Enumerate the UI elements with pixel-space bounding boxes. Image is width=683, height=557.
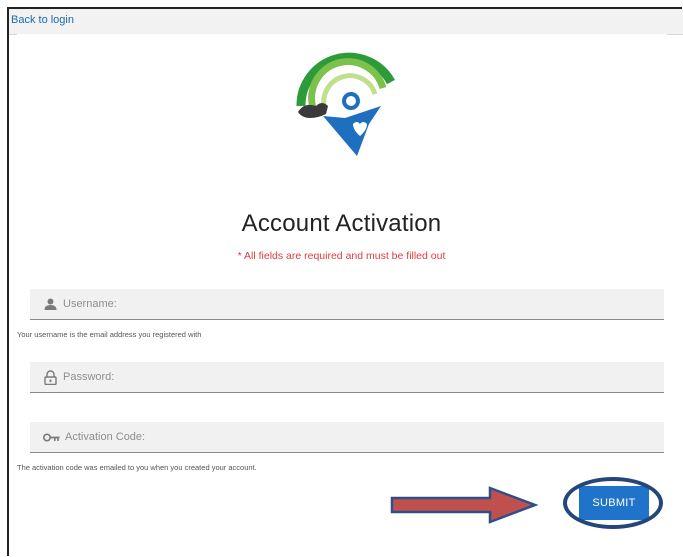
username-hint: Your username is the email address you r… (17, 330, 202, 339)
top-bar: Back to login (9, 9, 683, 35)
app-logo (296, 52, 395, 156)
page-title: Account Activation (241, 210, 442, 237)
password-input[interactable] (30, 362, 664, 392)
submit-button[interactable]: SUBMIT (579, 486, 649, 520)
username-input[interactable] (30, 289, 664, 319)
back-to-login-link[interactable]: Back to login (11, 14, 74, 26)
required-note: * All fields are required and must be fi… (237, 250, 446, 262)
username-field[interactable]: Username: (30, 289, 664, 320)
activation-code-input[interactable] (30, 422, 664, 452)
activation-code-field[interactable]: Activation Code: (30, 422, 664, 453)
annotation-arrow (390, 486, 538, 524)
password-field[interactable]: Password: (30, 362, 664, 393)
activation-code-hint: The activation code was emailed to you w… (17, 463, 257, 472)
submit-area: SUBMIT (563, 477, 663, 529)
